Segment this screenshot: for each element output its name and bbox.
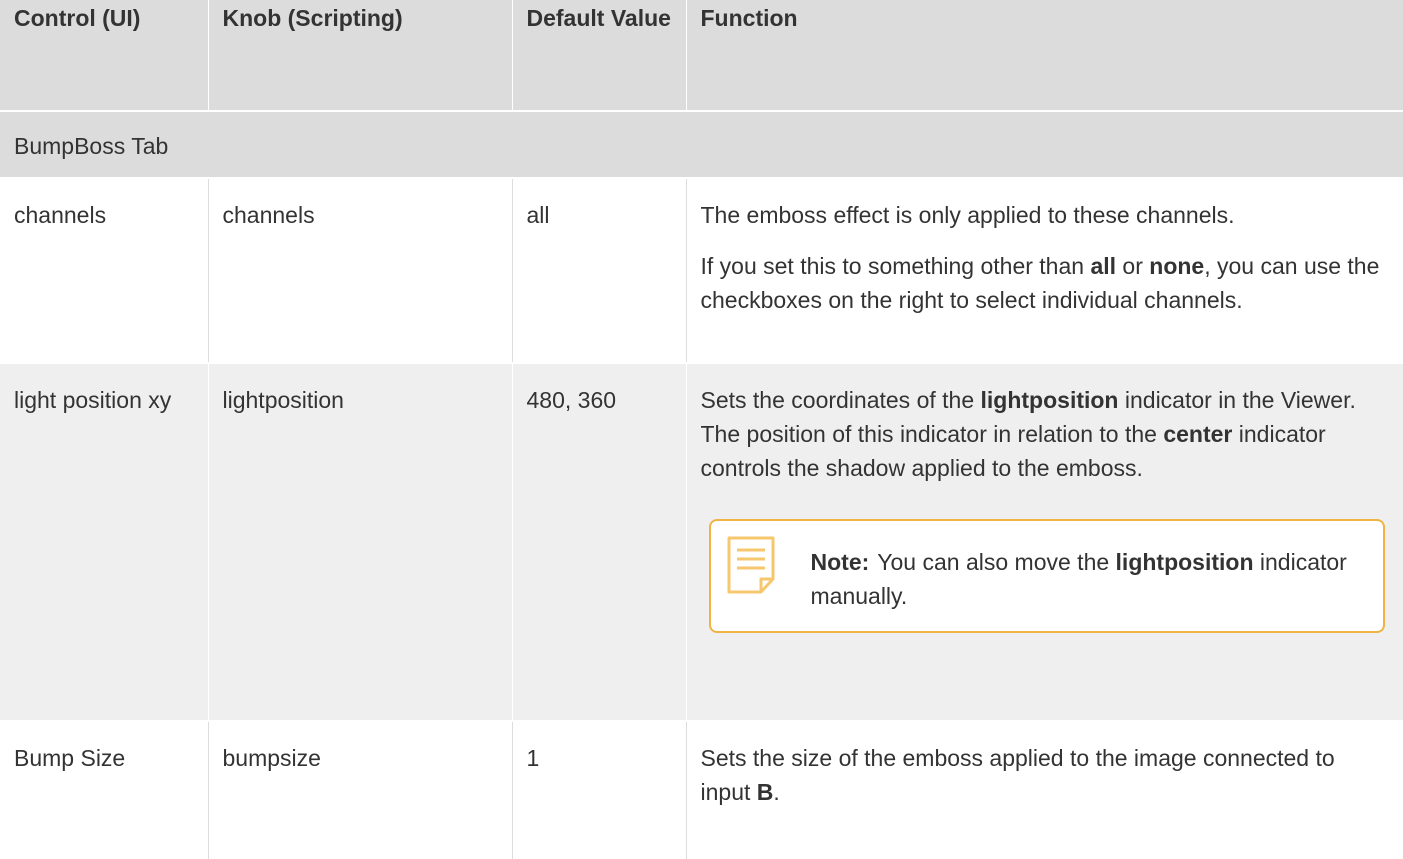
knob-reference-table: Control (UI) Knob (Scripting) Default Va… [0, 0, 1403, 859]
section-title: BumpBoss Tab [0, 110, 1403, 178]
cell-knob: bumpsize [207, 720, 512, 859]
bold-term: lightposition [980, 387, 1119, 413]
note-label: Note: [810, 549, 870, 575]
cell-default: 1 [511, 720, 686, 859]
cell-control: light position xy [0, 362, 208, 721]
header-function: Function [685, 0, 1403, 111]
function-paragraph: Sets the size of the emboss applied to t… [700, 745, 1335, 805]
bold-term: all [1090, 253, 1117, 279]
bold-term: B [756, 779, 774, 805]
bold-term: center [1163, 421, 1233, 447]
bold-term: lightposition [1115, 549, 1254, 575]
cell-default: 480, 360 [511, 362, 686, 721]
note-callout: Note: You can also move the lightposition… [708, 519, 1385, 633]
header-control: Control (UI) [14, 5, 141, 31]
cell-function: The emboss effect is only applied to the… [685, 177, 1403, 363]
table-row: light position xy lightposition 480, 360… [0, 362, 1403, 721]
function-paragraph: The emboss effect is only applied to the… [700, 202, 1235, 228]
cell-default: all [511, 177, 686, 363]
header-knob: Knob (Scripting) [207, 0, 512, 111]
bold-term: none [1149, 253, 1205, 279]
cell-control: channels [0, 177, 208, 363]
note-icon [727, 536, 774, 594]
cell-control: Bump Size [0, 720, 208, 859]
note-text: You can also move the [877, 549, 1116, 575]
cell-knob: lightposition [207, 362, 512, 721]
function-paragraph: Sets the coordinates of the lightpositio… [700, 387, 1356, 481]
section-row: BumpBoss Tab [0, 110, 1403, 178]
cell-function: Sets the coordinates of the lightpositio… [685, 362, 1403, 721]
table-row: channels channels all The emboss effect … [0, 177, 1403, 363]
header-default-value: Default Value [511, 0, 686, 111]
cell-function: Sets the size of the emboss applied to t… [685, 720, 1403, 859]
table-header-row: Control (UI) Knob (Scripting) Default Va… [0, 0, 1403, 111]
table-row: Bump Size bumpsize 1 Sets the size of th… [0, 720, 1403, 859]
function-paragraph: If you set this to something other than … [700, 253, 1380, 313]
cell-knob: channels [207, 177, 512, 363]
